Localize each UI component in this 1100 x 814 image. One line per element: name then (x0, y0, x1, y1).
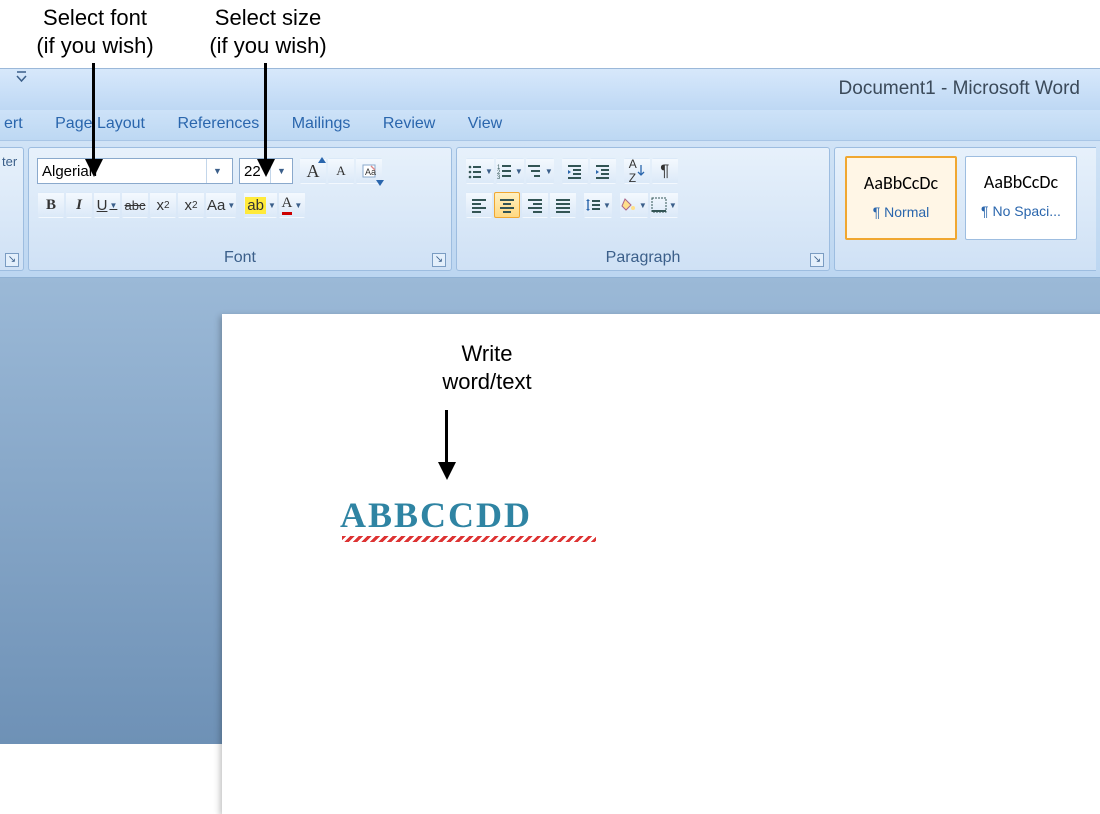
svg-text:3: 3 (497, 175, 501, 179)
italic-button[interactable]: I (66, 192, 92, 218)
arrow-size-icon (264, 63, 267, 179)
show-hide-marks-button[interactable]: ¶ (652, 158, 678, 184)
shading-button[interactable]: ▼ (620, 192, 648, 218)
subscript-button[interactable]: x2 (150, 192, 176, 218)
font-name-input[interactable] (38, 160, 206, 182)
font-dialog-launcher[interactable]: ↘ (432, 253, 446, 267)
style-nospacing-label: ¶ No Spaci... (966, 193, 1076, 219)
borders-button[interactable]: ▼ (650, 192, 678, 218)
highlight-button[interactable]: ab▼ (244, 192, 277, 218)
tab-mailings[interactable]: Mailings (278, 110, 365, 133)
font-name-combo[interactable]: ▼ (37, 158, 233, 184)
shrink-font-button[interactable]: A (328, 158, 354, 184)
style-normal-label: ¶ Normal (847, 194, 955, 220)
font-color-button[interactable]: A▼ (279, 192, 305, 218)
strikethrough-button[interactable]: abc (122, 192, 148, 218)
bullets-button[interactable]: ▼ (466, 158, 494, 184)
document-text[interactable]: ABBCCDD (340, 494, 532, 536)
underline-button[interactable]: U▼ (94, 192, 120, 218)
window-title: Document1 - Microsoft Word (839, 78, 1080, 100)
tab-view[interactable]: View (454, 110, 516, 133)
qat-customize-icon[interactable] (16, 70, 27, 84)
annotation-write-text: Writeword/text (387, 340, 587, 395)
paragraph-group-label: Paragraph (457, 249, 829, 267)
style-normal[interactable]: AaBbCcDc ¶ Normal (845, 156, 957, 240)
multilevel-list-button[interactable]: ▼ (526, 158, 554, 184)
ribbon-tabs: ert Page Layout References Mailings Revi… (0, 110, 1100, 140)
paragraph-dialog-launcher[interactable]: ↘ (810, 253, 824, 267)
style-sample-text: AaBbCcDc (847, 158, 955, 194)
font-name-dropdown-icon[interactable]: ▼ (206, 159, 228, 183)
numbering-button[interactable]: 123▼ (496, 158, 524, 184)
annotation-select-font: Select font(if you wish) (25, 4, 165, 59)
align-center-button[interactable] (494, 192, 520, 218)
annotation-select-size: Select size(if you wish) (198, 4, 338, 59)
line-spacing-button[interactable]: ▼ (584, 192, 612, 218)
spellcheck-underline-icon (342, 536, 596, 542)
tab-insert-partial[interactable]: ert (0, 110, 37, 133)
document-page[interactable]: ABBCCDD (222, 314, 1100, 814)
superscript-button[interactable]: x2 (178, 192, 204, 218)
tab-review[interactable]: Review (369, 110, 449, 133)
arrow-write-icon (445, 410, 448, 484)
align-left-button[interactable] (466, 192, 492, 218)
clipboard-group: ter ↘ (0, 147, 24, 271)
style-no-spacing[interactable]: AaBbCcDc ¶ No Spaci... (965, 156, 1077, 240)
tab-page-layout[interactable]: Page Layout (41, 110, 159, 133)
decrease-indent-button[interactable] (562, 158, 588, 184)
increase-indent-button[interactable] (590, 158, 616, 184)
styles-group: AaBbCcDc ¶ Normal AaBbCcDc ¶ No Spaci... (834, 147, 1096, 271)
bold-button[interactable]: B (38, 192, 64, 218)
sort-button[interactable]: AZ (624, 158, 650, 184)
paragraph-group: ▼ 123▼ ▼ AZ ¶ (456, 147, 830, 271)
change-case-button[interactable]: Aa▼ (206, 192, 236, 218)
clipboard-dialog-launcher[interactable]: ↘ (5, 253, 19, 267)
font-group-label: Font (29, 249, 451, 267)
align-right-button[interactable] (522, 192, 548, 218)
grow-font-button[interactable]: A (300, 158, 326, 184)
clipboard-group-label-partial: ter (2, 154, 17, 169)
style-sample-text: AaBbCcDc (966, 157, 1076, 193)
justify-button[interactable] (550, 192, 576, 218)
ribbon: ter ↘ ▼ ▼ A A Aa B I U▼ abc x2 (0, 140, 1100, 278)
arrow-font-icon (92, 63, 95, 179)
tab-references[interactable]: References (163, 110, 273, 133)
